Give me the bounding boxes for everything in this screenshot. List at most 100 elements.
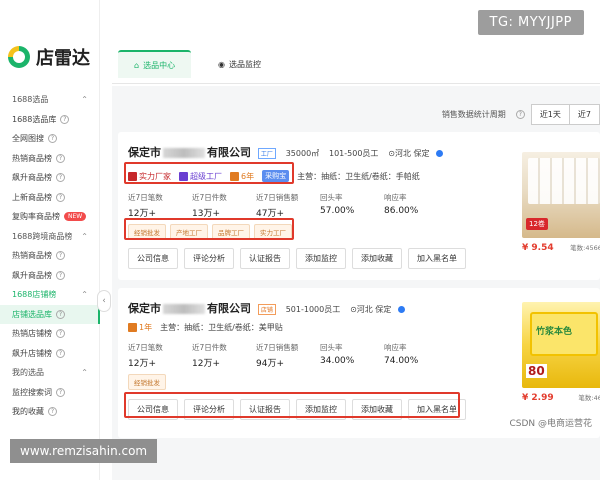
period-option-7d[interactable]: 近7 bbox=[570, 105, 599, 124]
badge-row: 实力厂家 超级工厂 6年 采购宝 主营：抽纸：卫生纸/卷纸：手帕纸 bbox=[128, 170, 420, 182]
collapse-sidebar-button[interactable]: ‹ bbox=[97, 290, 111, 312]
sidebar-item-7[interactable]: 1688跨境商品榜 ⌃ bbox=[0, 227, 100, 247]
badge-row: 1年 主营：抽纸：卫生纸/卷纸：美甲贴 bbox=[128, 322, 283, 333]
add-favorite-button[interactable]: 添加收藏 bbox=[352, 399, 402, 420]
tab-label: 选品监控 bbox=[228, 59, 261, 69]
stat-period-selector: 销售数据统计周期 ? 近1天 近7 bbox=[442, 104, 600, 125]
sidebar-item-label: 热销商品榜 bbox=[12, 153, 52, 163]
add-monitor-button[interactable]: 添加监控 bbox=[296, 248, 346, 269]
chevron-up-icon[interactable]: ⌃ bbox=[81, 368, 88, 377]
sidebar-item-11[interactable]: 店铺选品库? bbox=[0, 304, 100, 324]
home-icon: ⌂ bbox=[134, 60, 140, 70]
verified-icon bbox=[398, 305, 406, 313]
chevron-up-icon[interactable]: ⌃ bbox=[81, 95, 88, 104]
help-icon[interactable]: ? bbox=[56, 329, 65, 339]
tab-bar: ⌂ 选品中心 ◉ 选品监控 bbox=[112, 44, 600, 84]
stats-row: 近7日笔数 12万+ 近7日件数 12万+ 近7日销售额 94万+ 回头率 34.00%… bbox=[128, 342, 448, 369]
sidebar-item-label: 复购率商品榜 bbox=[12, 212, 60, 222]
add-favorite-button[interactable]: 添加收藏 bbox=[352, 248, 402, 269]
help-icon[interactable]: ? bbox=[56, 153, 65, 163]
sidebar-item-9[interactable]: 飙升商品榜? bbox=[0, 266, 100, 286]
help-icon[interactable]: ? bbox=[56, 309, 65, 319]
pill-wholesale: 经销批发 bbox=[128, 224, 166, 240]
help-icon[interactable]: ? bbox=[56, 270, 65, 280]
sidebar-item-10[interactable]: 1688店铺榜 ⌃ bbox=[0, 285, 100, 305]
tab-selection-center[interactable]: ⌂ 选品中心 bbox=[118, 50, 192, 78]
tag-pills: 经销批发 产地工厂 品牌工厂 实力工厂 bbox=[128, 224, 292, 240]
review-analysis-button[interactable]: 评论分析 bbox=[184, 399, 234, 420]
sidebar-nav: 1688选品 ⌃ 1688选品库? 全网图搜? 热销商品榜? 飙升商品榜? 上新商品榜? 复购… bbox=[0, 90, 100, 422]
pill-origin-factory: 产地工厂 bbox=[170, 224, 208, 240]
product-sales: 笔数:469 bbox=[578, 394, 600, 402]
product-thumbnail[interactable]: 12卷 bbox=[522, 152, 600, 238]
action-buttons: 公司信息 评论分析 认证报告 添加监控 添加收藏 加入黑名单 bbox=[128, 399, 466, 420]
stat-orders-7d: 近7日笔数 12万+ bbox=[128, 193, 163, 219]
cert-report-button[interactable]: 认证报告 bbox=[240, 248, 290, 269]
company-info-button[interactable]: 公司信息 bbox=[128, 399, 178, 420]
new-badge: NEW bbox=[64, 212, 87, 222]
help-icon[interactable]: ? bbox=[56, 387, 65, 397]
sidebar-item-label: 热销商品榜 bbox=[12, 251, 52, 261]
main-category: 主营：抽纸：卫生纸/卷纸：手帕纸 bbox=[297, 171, 420, 181]
pill-strong-factory: 实力工厂 bbox=[254, 224, 292, 240]
pill-wholesale: 经销批发 bbox=[128, 374, 166, 390]
sidebar-item-6[interactable]: 复购率商品榜 NEW bbox=[0, 207, 100, 227]
help-icon[interactable]: ? bbox=[56, 192, 65, 202]
stat-sales-7d: 近7日销售额 47万+ bbox=[256, 193, 299, 219]
review-analysis-button[interactable]: 评论分析 bbox=[184, 248, 234, 269]
tab-selection-monitor[interactable]: ◉ 选品监控 bbox=[202, 50, 277, 78]
help-icon[interactable]: ? bbox=[515, 110, 525, 119]
stat-repurchase-rate: 回头率 57.00% bbox=[320, 193, 355, 216]
cert-report-button[interactable]: 认证报告 bbox=[240, 399, 290, 420]
tg-label: TG: MYYJJPP bbox=[477, 10, 584, 35]
help-icon[interactable]: ? bbox=[56, 173, 65, 183]
company-info-button[interactable]: 公司信息 bbox=[128, 248, 178, 269]
tag-pills: 经销批发 bbox=[128, 374, 166, 390]
help-icon[interactable]: ? bbox=[60, 114, 70, 124]
location: ⊙河北 保定 bbox=[388, 149, 430, 158]
stat-response-rate: 响应率 74.00% bbox=[384, 343, 419, 366]
chevron-up-icon[interactable]: ⌃ bbox=[81, 290, 88, 299]
add-blacklist-button[interactable]: 加入黑名单 bbox=[408, 399, 466, 420]
product-image bbox=[528, 158, 600, 204]
sidebar-item-label: 1688跨境商品榜 bbox=[12, 231, 73, 241]
sidebar-item-5[interactable]: 上新商品榜? bbox=[0, 188, 100, 208]
action-buttons: 公司信息 评论分析 认证报告 添加监控 添加收藏 加入黑名单 bbox=[128, 248, 466, 269]
stat-repurchase-rate: 回头率 34.00% bbox=[320, 343, 355, 366]
sidebar-item-label: 1688店铺榜 bbox=[12, 290, 57, 300]
staff-count: 101-500员工 bbox=[329, 149, 379, 158]
company-name[interactable]: 保定市 有限公司 工厂 35000㎡ 101-500员工 ⊙河北 保定 bbox=[128, 144, 444, 160]
help-icon[interactable]: ? bbox=[48, 134, 57, 144]
sidebar-item-12[interactable]: 热销店铺榜? bbox=[0, 324, 100, 344]
app-logo[interactable]: 店雷达 bbox=[8, 44, 90, 70]
sidebar-item-0[interactable]: 1688选品 ⌃ bbox=[0, 90, 100, 110]
sidebar-item-label: 店铺选品库 bbox=[12, 309, 52, 319]
sidebar-item-15[interactable]: 监控搜索词? bbox=[0, 383, 100, 403]
sidebar-item-2[interactable]: 全网图搜? bbox=[0, 129, 100, 149]
company-name[interactable]: 保定市 有限公司 店铺 501-1000员工 ⊙河北 保定 bbox=[128, 300, 406, 316]
sidebar-item-label: 我的选品 bbox=[12, 368, 44, 378]
help-icon[interactable]: ? bbox=[56, 251, 65, 261]
sidebar-item-13[interactable]: 飙升店铺榜? bbox=[0, 344, 100, 364]
sidebar-item-8[interactable]: 热销商品榜? bbox=[0, 246, 100, 266]
sidebar-item-1[interactable]: 1688选品库? bbox=[0, 110, 100, 130]
sidebar-item-3[interactable]: 热销商品榜? bbox=[0, 149, 100, 169]
period-option-1d[interactable]: 近1天 bbox=[532, 105, 570, 124]
sidebar-item-16[interactable]: 我的收藏? bbox=[0, 402, 100, 422]
sidebar-item-label: 上新商品榜 bbox=[12, 192, 52, 202]
logo-text: 店雷达 bbox=[36, 48, 90, 69]
help-icon[interactable]: ? bbox=[48, 407, 57, 417]
sidebar-item-label: 1688选品库 bbox=[12, 114, 57, 124]
product-sales: 笔数:45663 bbox=[570, 244, 600, 252]
chevron-up-icon[interactable]: ⌃ bbox=[81, 232, 88, 241]
badge-procurement: 采购宝 bbox=[262, 170, 290, 182]
sidebar-item-14[interactable]: 我的选品 ⌃ bbox=[0, 363, 100, 383]
add-blacklist-button[interactable]: 加入黑名单 bbox=[408, 248, 466, 269]
product-thumbnail[interactable]: 竹浆本色 80 bbox=[522, 302, 600, 388]
stat-response-rate: 响应率 86.00% bbox=[384, 193, 419, 216]
sidebar-item-label: 1688选品 bbox=[12, 95, 49, 105]
help-icon[interactable]: ? bbox=[56, 348, 65, 358]
company-type-tag: 店铺 bbox=[257, 303, 276, 315]
add-monitor-button[interactable]: 添加监控 bbox=[296, 399, 346, 420]
sidebar-item-4[interactable]: 飙升商品榜? bbox=[0, 168, 100, 188]
